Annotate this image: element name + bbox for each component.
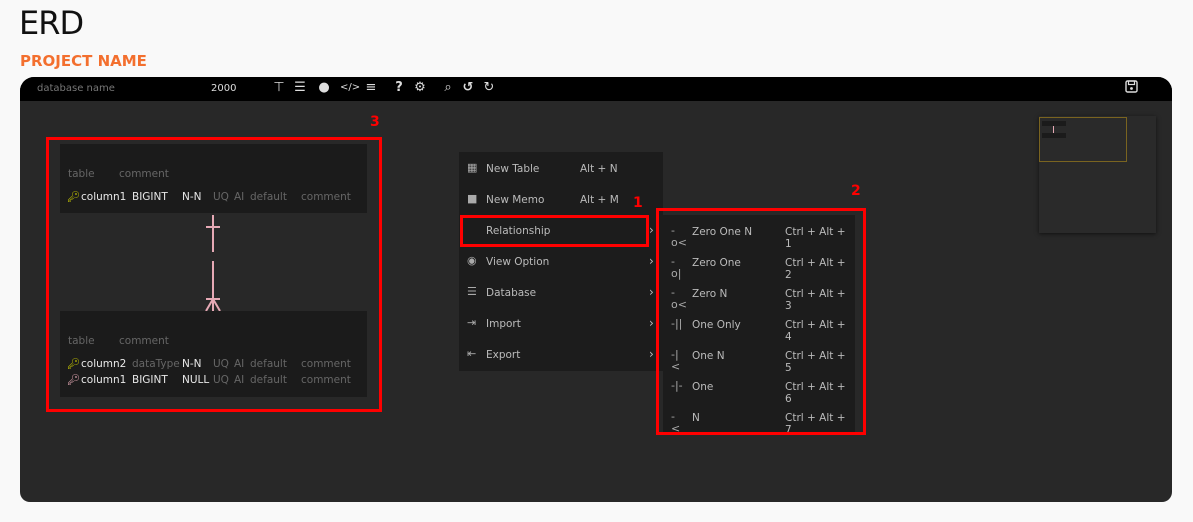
relationship-tree-icon[interactable]: ⊤ [271, 80, 287, 95]
chevron-right-icon: › [649, 316, 654, 330]
chevron-right-icon: › [649, 347, 654, 361]
save-icon[interactable] [1123, 80, 1139, 97]
database-name-input[interactable]: database name [37, 83, 115, 94]
minimap[interactable] [1039, 116, 1156, 233]
chevron-right-icon: › [649, 223, 654, 237]
minimap-viewport[interactable] [1039, 117, 1127, 162]
context-menu: ▦ New Table Alt + N ■ New Memo Alt + M Relat… [459, 152, 663, 371]
redo-icon[interactable]: ↻ [481, 80, 497, 95]
menu-item-import[interactable]: ⇥ Import › [459, 309, 663, 340]
database-icon: ☰ [467, 285, 477, 298]
project-name: PROJECT NAME [20, 52, 147, 70]
import-icon: ⇥ [467, 316, 477, 329]
annotation-label-3: 3 [370, 114, 380, 130]
menu-item-shortcut: Alt + M [580, 194, 619, 206]
menu-item-label: Import [486, 318, 521, 330]
shapes-icon[interactable]: ● [316, 80, 332, 95]
sliders-icon[interactable]: ≡ [363, 80, 379, 95]
chevron-right-icon: › [649, 285, 654, 299]
canvas-size-input[interactable]: 2000 [211, 83, 236, 94]
memo-icon: ■ [467, 192, 478, 205]
eye-icon: ◉ [467, 254, 477, 267]
annotation-box-1 [460, 215, 649, 247]
menu-item-label: New Memo [486, 194, 545, 206]
menu-item-view-option[interactable]: ◉ View Option › [459, 247, 663, 278]
help-icon[interactable]: ? [391, 80, 407, 95]
page-title: ERD [19, 4, 84, 42]
toolbar: database name 2000 ⊤ ☰ ● </> ≡ ? ⚙ ⌕ ↺ ↻ [20, 77, 1172, 101]
undo-icon[interactable]: ↺ [460, 80, 476, 95]
menu-item-export[interactable]: ⇤ Export › [459, 340, 663, 371]
annotation-box-2 [656, 208, 866, 435]
annotation-label-1: 1 [633, 195, 643, 211]
annotation-box-3 [46, 137, 382, 412]
chevron-right-icon: › [649, 254, 654, 268]
table-icon: ▦ [467, 161, 478, 174]
menu-item-new-table[interactable]: ▦ New Table Alt + N [459, 154, 663, 185]
menu-item-label: View Option [486, 256, 550, 268]
list-icon[interactable]: ☰ [292, 80, 308, 95]
menu-item-database[interactable]: ☰ Database › [459, 278, 663, 309]
annotation-label-2: 2 [851, 183, 861, 199]
search-icon[interactable]: ⌕ [440, 80, 456, 95]
menu-item-shortcut: Alt + N [580, 163, 618, 175]
gear-icon[interactable]: ⚙ [412, 80, 428, 95]
menu-item-label: Export [486, 349, 521, 361]
menu-item-label: Database [486, 287, 537, 299]
menu-item-label: New Table [486, 163, 540, 175]
code-icon[interactable]: </> [340, 82, 360, 93]
export-icon: ⇤ [467, 347, 477, 360]
